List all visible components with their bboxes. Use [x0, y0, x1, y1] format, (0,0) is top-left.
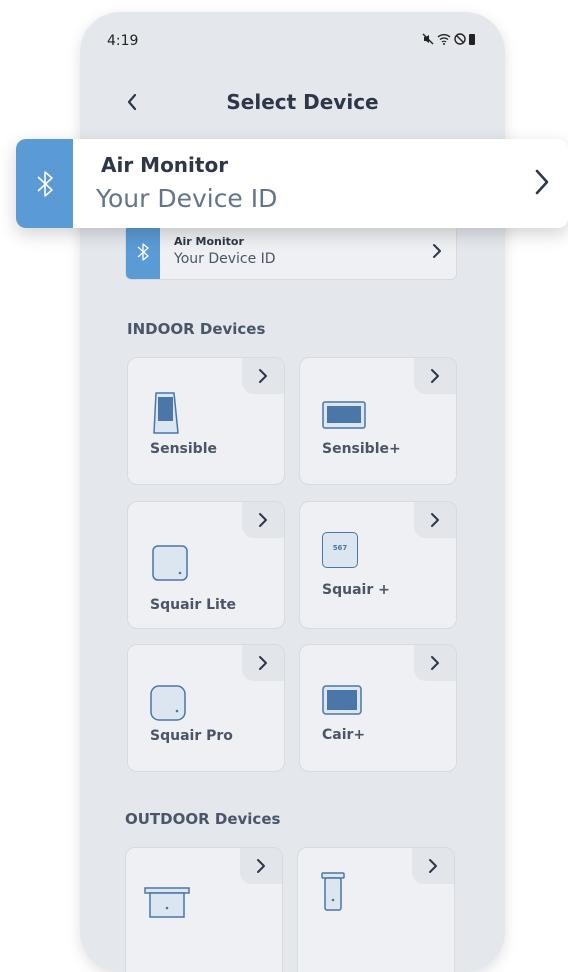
bluetooth-icon	[137, 243, 149, 261]
mute-icon	[422, 33, 434, 45]
device-card-id: Your Device ID	[96, 184, 278, 213]
device-card-id: Your Device ID	[174, 251, 276, 267]
device-card-title: Air Monitor	[174, 235, 244, 248]
device-card-title: Air Monitor	[101, 153, 229, 177]
device-card-squair-plus[interactable]: 567 Squair +	[299, 501, 457, 629]
status-bar: 4:19	[80, 12, 505, 68]
squair-plus-device-icon: 567	[322, 532, 358, 568]
device-name: Squair +	[322, 582, 390, 598]
selected-device-card[interactable]: Air Monitor Your Device ID	[125, 224, 457, 280]
chevron-right-icon[interactable]	[242, 645, 284, 681]
dnd-icon	[454, 33, 466, 45]
device-card-outdoor-2[interactable]	[297, 847, 455, 972]
device-card-cair-plus[interactable]: Cair+	[299, 644, 457, 772]
chevron-right-icon[interactable]	[414, 645, 456, 681]
chevron-right-icon[interactable]	[240, 848, 282, 884]
battery-icon	[469, 33, 475, 45]
device-name: Cair+	[322, 727, 366, 743]
device-name: Sensible	[150, 441, 217, 457]
outdoor-device-icon	[144, 887, 190, 918]
wifi-icon	[437, 34, 451, 45]
device-card-squair-pro[interactable]: Squair Pro	[127, 644, 285, 772]
chevron-right-icon[interactable]	[414, 502, 456, 538]
status-icons	[422, 33, 475, 45]
squair-pro-device-icon	[150, 685, 186, 721]
status-time: 4:19	[107, 33, 139, 49]
device-name: Sensible+	[322, 441, 401, 457]
bluetooth-icon	[36, 170, 53, 197]
app-header: Select Device	[80, 84, 505, 124]
device-name: Squair Pro	[150, 728, 233, 744]
device-card-sensible[interactable]: Sensible	[127, 357, 285, 485]
chevron-right-icon[interactable]	[432, 243, 442, 263]
device-card-squair-lite[interactable]: Squair Lite	[127, 501, 285, 629]
device-card-outdoor-1[interactable]	[125, 847, 283, 972]
squair-plus-reading: 567	[332, 544, 348, 552]
sensible-device-icon	[153, 392, 179, 434]
chevron-right-icon[interactable]	[242, 502, 284, 538]
chevron-right-icon[interactable]	[242, 358, 284, 394]
cair-plus-device-icon	[322, 685, 362, 715]
chevron-right-icon[interactable]	[414, 358, 456, 394]
chevron-right-icon[interactable]	[412, 848, 454, 884]
page-title: Select Device	[226, 90, 379, 114]
bluetooth-strip	[16, 139, 73, 228]
bluetooth-strip	[126, 225, 160, 279]
squair-lite-device-icon	[152, 545, 188, 581]
chevron-right-icon[interactable]	[534, 168, 550, 200]
outdoor-section-label: OUTDOOR Devices	[125, 810, 281, 828]
selected-device-overlay-card[interactable]: Air Monitor Your Device ID	[16, 139, 568, 228]
outdoor-pole-device-icon	[321, 872, 345, 911]
device-name: Squair Lite	[150, 597, 237, 613]
device-card-sensible-plus[interactable]: Sensible+	[299, 357, 457, 485]
sensible-plus-device-icon	[322, 401, 366, 429]
indoor-section-label: INDOOR Devices	[127, 320, 266, 338]
